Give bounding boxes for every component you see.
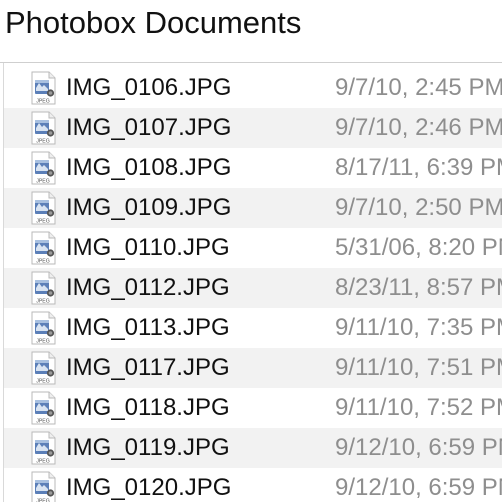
- file-row[interactable]: JPEG IMG_0112.JPG 8/23/11, 8:57 PM: [4, 268, 502, 308]
- icon-type-label: JPEG: [36, 139, 50, 145]
- jpeg-file-icon: JPEG: [31, 151, 56, 185]
- file-name: IMG_0110.JPG: [66, 234, 230, 261]
- icon-type-label: JPEG: [36, 259, 50, 265]
- file-date: 9/7/10, 2:50 PM: [335, 194, 502, 221]
- file-row[interactable]: JPEG IMG_0109.JPG 9/7/10, 2:50 PM: [4, 188, 502, 228]
- file-name: IMG_0119.JPG: [66, 434, 230, 461]
- file-date: 9/12/10, 6:59 PM: [335, 434, 502, 461]
- file-name: IMG_0108.JPG: [66, 154, 232, 181]
- file-row[interactable]: JPEG IMG_0117.JPG 9/11/10, 7:51 PM: [4, 348, 502, 388]
- jpeg-file-icon: JPEG: [31, 271, 56, 305]
- icon-type-label: JPEG: [36, 459, 50, 465]
- file-name: IMG_0107.JPG: [66, 114, 232, 141]
- file-row[interactable]: JPEG IMG_0113.JPG 9/11/10, 7:35 PM: [4, 308, 502, 348]
- file-row[interactable]: JPEG IMG_0108.JPG 8/17/11, 6:39 PM: [4, 148, 502, 188]
- file-name: IMG_0109.JPG: [66, 194, 232, 221]
- icon-type-label: JPEG: [36, 179, 50, 185]
- file-name: IMG_0120.JPG: [66, 474, 232, 501]
- file-date: 9/12/10, 6:59 PM: [335, 474, 502, 501]
- file-rows: JPEG IMG_0106.JPG 9/7/10, 2:45 PM JPEG I…: [4, 68, 502, 502]
- icon-type-label: JPEG: [36, 219, 50, 225]
- jpeg-file-icon: JPEG: [31, 391, 56, 425]
- icon-type-label: JPEG: [36, 99, 50, 105]
- file-row[interactable]: JPEG IMG_0120.JPG 9/12/10, 6:59 PM: [4, 468, 502, 502]
- file-date: 8/17/11, 6:39 PM: [335, 154, 502, 181]
- finder-window: Photobox Documents JPEG IMG_0106.JPG 9/7…: [0, 0, 502, 502]
- icon-type-label: JPEG: [36, 499, 50, 502]
- jpeg-file-icon: JPEG: [31, 231, 56, 265]
- file-date: 9/11/10, 7:35 PM: [335, 314, 502, 341]
- file-row[interactable]: JPEG IMG_0118.JPG 9/11/10, 7:52 PM: [4, 388, 502, 428]
- jpeg-file-icon: JPEG: [31, 191, 56, 225]
- jpeg-file-icon: JPEG: [31, 311, 56, 345]
- file-list[interactable]: JPEG IMG_0106.JPG 9/7/10, 2:45 PM JPEG I…: [0, 62, 502, 502]
- jpeg-file-icon: JPEG: [31, 71, 56, 105]
- jpeg-file-icon: JPEG: [31, 471, 56, 502]
- file-date: 9/11/10, 7:52 PM: [335, 394, 502, 421]
- window-title: Photobox Documents: [5, 5, 302, 40]
- jpeg-file-icon: JPEG: [31, 431, 56, 465]
- file-name: IMG_0113.JPG: [66, 314, 230, 341]
- icon-type-label: JPEG: [36, 299, 50, 305]
- file-row[interactable]: JPEG IMG_0107.JPG 9/7/10, 2:46 PM: [4, 108, 502, 148]
- file-date: 8/23/11, 8:57 PM: [335, 274, 502, 301]
- file-date: 9/7/10, 2:45 PM: [335, 74, 502, 101]
- file-row[interactable]: JPEG IMG_0106.JPG 9/7/10, 2:45 PM: [4, 68, 502, 108]
- file-row[interactable]: JPEG IMG_0119.JPG 9/12/10, 6:59 PM: [4, 428, 502, 468]
- icon-type-label: JPEG: [36, 419, 50, 425]
- file-date: 5/31/06, 8:20 PM: [335, 234, 502, 261]
- file-name: IMG_0112.JPG: [66, 274, 230, 301]
- file-name: IMG_0118.JPG: [66, 394, 230, 421]
- file-name: IMG_0106.JPG: [66, 74, 232, 101]
- jpeg-file-icon: JPEG: [31, 111, 56, 145]
- file-name: IMG_0117.JPG: [66, 354, 230, 381]
- file-row[interactable]: JPEG IMG_0110.JPG 5/31/06, 8:20 PM: [4, 228, 502, 268]
- icon-type-label: JPEG: [36, 379, 50, 385]
- file-date: 9/7/10, 2:46 PM: [335, 114, 502, 141]
- jpeg-file-icon: JPEG: [31, 351, 56, 385]
- icon-type-label: JPEG: [36, 339, 50, 345]
- file-date: 9/11/10, 7:51 PM: [335, 354, 502, 381]
